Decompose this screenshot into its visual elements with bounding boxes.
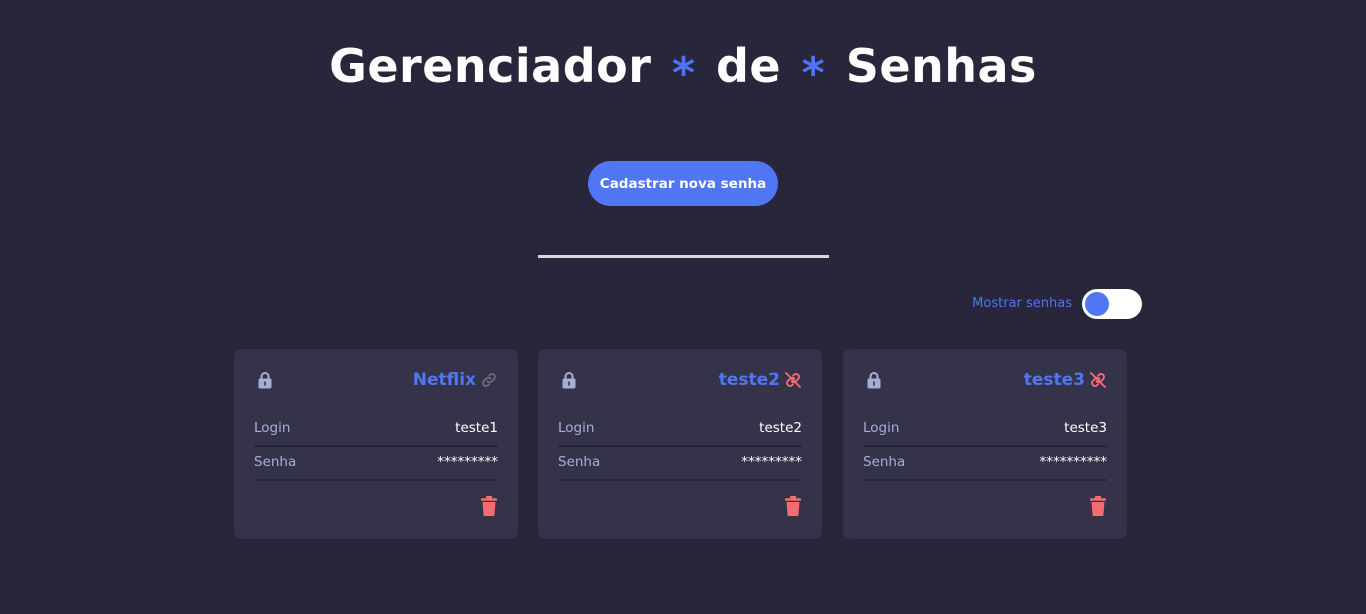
password-value: ********* [741,454,802,470]
login-value: teste2 [759,420,802,436]
lock-icon [562,372,576,389]
password-card: teste2 Login teste2 Senha ********* [538,349,822,539]
site-row: Netflix [413,368,498,392]
page: Gerenciador * de * Senhas Cadastrar nova… [0,0,1366,614]
link-icon [482,373,496,387]
login-value: teste3 [1064,420,1107,436]
title-part-1: Gerenciador [329,39,652,93]
asterisk-icon: * [671,48,696,99]
password-label: Senha [254,454,297,470]
password-label: Senha [558,454,601,470]
register-password-button[interactable]: Cadastrar nova senha [588,161,778,206]
login-row: Login teste1 [254,411,498,447]
password-row: Senha ********** [863,445,1107,481]
broken-link-icon [785,372,801,388]
divider [538,255,829,258]
lock-icon [258,372,272,389]
site-row: teste3 [1024,368,1107,392]
lock-icon [867,372,881,389]
page-title: Gerenciador * de * Senhas [0,34,1366,100]
service-name: teste3 [1023,370,1085,390]
login-label: Login [254,420,291,436]
password-card: teste3 Login teste3 Senha ********** [843,349,1127,539]
broken-link-icon [1090,372,1106,388]
login-label: Login [863,420,900,436]
password-row: Senha ********* [254,445,498,481]
toggle-knob[interactable] [1085,292,1109,316]
password-card: Netflix Login teste1 Senha ********* [234,349,518,539]
password-row: Senha ********* [558,445,802,481]
login-row: Login teste3 [863,411,1107,447]
login-label: Login [558,420,595,436]
password-label: Senha [863,454,906,470]
login-value: teste1 [455,420,498,436]
service-name: teste2 [718,370,780,390]
trash-icon[interactable] [785,496,801,516]
show-passwords-toggle[interactable] [1082,289,1142,319]
trash-icon[interactable] [481,496,497,516]
trash-icon[interactable] [1090,496,1106,516]
login-row: Login teste2 [558,411,802,447]
password-value: ********* [437,454,498,470]
service-link[interactable]: Netflix [413,370,476,390]
password-value: ********** [1039,454,1108,470]
show-passwords-label: Mostrar senhas [972,296,1072,311]
title-part-2: de [716,39,782,93]
asterisk-icon: * [801,48,826,99]
title-part-3: Senhas [845,39,1037,93]
site-row: teste2 [719,368,802,392]
